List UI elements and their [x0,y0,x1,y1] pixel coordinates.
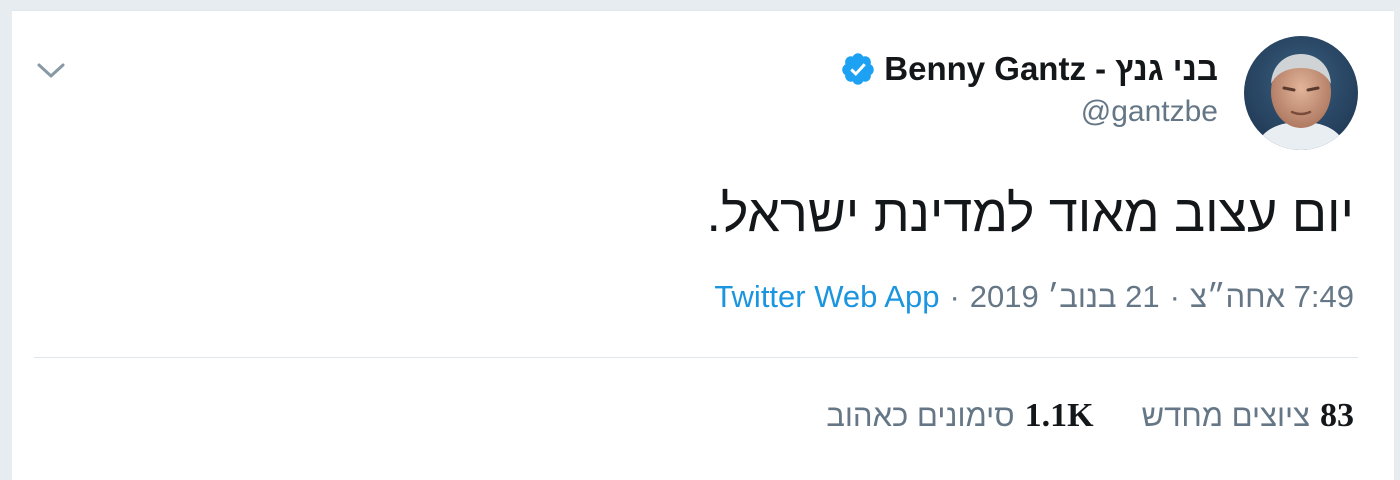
tweet-card: Benny Gantz - בני גנץ @gantzbe יום עצוב … [12,10,1394,480]
tweet-source-link[interactable]: Twitter Web App [714,279,939,314]
meta-separator-2: · [949,279,960,314]
tweet-time[interactable]: 7:49 אחה״צ [1190,279,1354,314]
likes-stat[interactable]: 1.1K סימונים כאהוב [826,397,1093,435]
verified-badge-icon [842,53,875,85]
meta-separator: · [1169,279,1180,314]
retweets-stat[interactable]: 83 ציוצים מחדש [1142,397,1354,435]
author-handle[interactable]: @gantzbe [1081,95,1218,129]
likes-label: סימונים כאהוב [826,398,1015,433]
tweet-date[interactable]: 21 בנוב׳ 2019 [970,279,1160,314]
divider [34,357,1358,358]
likes-count: 1.1K [1024,397,1094,434]
tweet-text: יום עצוב מאוד למדינת ישראל. [706,185,1354,243]
author-name-row[interactable]: Benny Gantz - בני גנץ [840,49,1218,89]
tweet-meta: 7:49 אחה״צ · 21 בנוב׳ 2019 · Twitter Web App [714,279,1354,315]
retweets-count: 83 [1320,397,1354,434]
avatar[interactable] [1244,36,1358,150]
tweet-stats: 83 ציוצים מחדש 1.1K סימונים כאהוב [826,397,1354,435]
author-display-name[interactable]: Benny Gantz - בני גנץ [884,50,1218,88]
retweets-label: ציוצים מחדש [1141,398,1310,433]
chevron-down-icon[interactable] [36,55,66,85]
